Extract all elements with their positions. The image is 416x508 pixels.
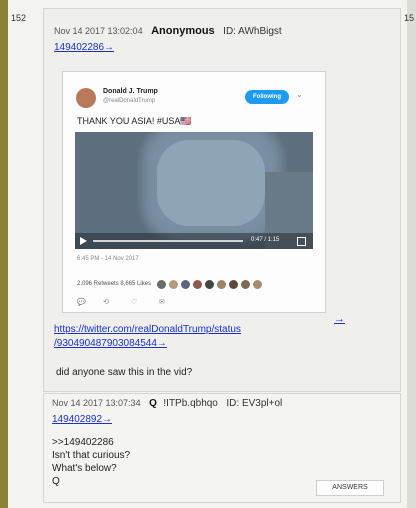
reply-link[interactable]: 149402892→ [52, 414, 112, 425]
like-icon[interactable]: ♡ [131, 298, 137, 306]
post-author: Q [149, 398, 157, 409]
post-id: ID: EV3pl+ol [226, 398, 283, 409]
post-author: Anonymous [151, 25, 215, 37]
window-view [157, 140, 265, 226]
follow-button[interactable]: Following [245, 90, 289, 104]
post-anonymous: Nov 14 2017 13:02:04 Anonymous ID: AWhBi… [43, 8, 401, 392]
tweet-url-line-2[interactable]: /930490487903084544→ [54, 338, 167, 349]
liker-avatar [205, 280, 214, 289]
post-timestamp: Nov 14 2017 13:07:34 [52, 398, 141, 408]
board-thread-screenshot: 152 15 Nov 14 2017 13:02:04 Anonymous ID… [0, 0, 416, 508]
dm-icon[interactable]: ✉ [159, 298, 165, 306]
post-timestamp: Nov 14 2017 13:02:04 [54, 26, 143, 36]
tweet-avatar [76, 88, 96, 108]
retweet-icon[interactable]: ⟲ [103, 298, 109, 306]
liker-avatar [253, 280, 262, 289]
fullscreen-icon[interactable] [297, 237, 306, 246]
play-icon[interactable] [80, 237, 87, 245]
left-border [0, 0, 8, 508]
chevron-down-icon[interactable]: ⌄ [296, 90, 303, 99]
tweet-video[interactable]: 0:47 / 1:15 [75, 132, 313, 249]
post-id: ID: AWhBigst [223, 26, 282, 37]
video-controls: 0:47 / 1:15 [75, 233, 313, 249]
tweet-stats: 2,096 Retweets 8,665 Likes [77, 281, 152, 287]
answers-button[interactable]: ANSWERS [316, 480, 384, 496]
tweet-display-name: Donald J. Trump [103, 88, 158, 95]
liker-avatar [181, 280, 190, 289]
liker-avatar [169, 280, 178, 289]
video-time: 0:47 / 1:15 [251, 237, 280, 243]
liker-avatar [229, 280, 238, 289]
embedded-tweet[interactable]: Donald J. Trump @realDonaldTrump Followi… [62, 71, 326, 313]
expand-arrow[interactable]: → [334, 313, 345, 325]
tweet-text: THANK YOU ASIA! #USA🇺🇸 [77, 116, 192, 126]
reply-icon[interactable]: 💬 [77, 298, 86, 306]
liker-avatar [241, 280, 250, 289]
post-number-right: 15 [404, 13, 415, 23]
post-line: What's below? [52, 463, 117, 474]
post-message: did anyone saw this in the vid? [56, 367, 193, 378]
liker-avatar [217, 280, 226, 289]
post-line: >>149402286 [52, 437, 114, 448]
reply-link[interactable]: 149402286→ [54, 42, 114, 53]
liker-avatar [157, 280, 166, 289]
tweet-url-line-1[interactable]: https://twitter.com/realDonaldTrump/stat… [54, 324, 241, 335]
post-q: Nov 14 2017 13:07:34 Q !ITPb.qbhqo ID: E… [43, 393, 401, 503]
post-tripcode: !ITPb.qbhqo [163, 398, 218, 409]
post-line: Q [52, 476, 60, 487]
tweet-handle: @realDonaldTrump [103, 98, 156, 104]
next-post-edge [407, 0, 416, 508]
post-line: Isn't that curious? [52, 450, 131, 461]
post-number-left: 152 [11, 13, 27, 23]
liker-avatar [193, 280, 202, 289]
tweet-date: 6:45 PM - 14 Nov 2017 [77, 256, 139, 262]
video-progress[interactable] [93, 240, 243, 242]
